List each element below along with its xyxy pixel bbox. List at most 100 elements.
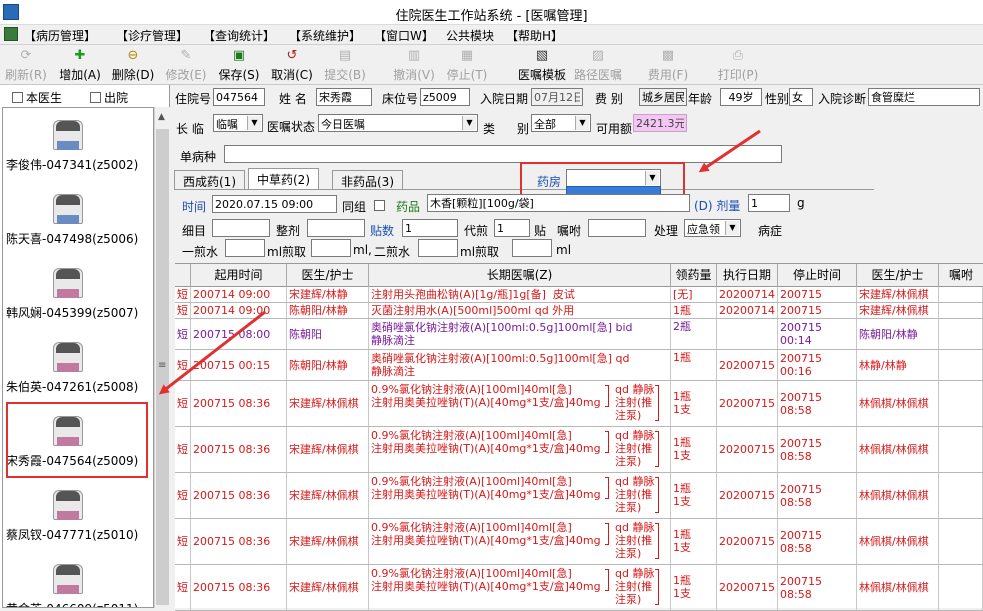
delete-button[interactable]: ⊖ 删除(D) <box>110 48 156 82</box>
table-row[interactable]: 短 200715 08:00 陈朝阳 奥硝唑氯化钠注射液(A)[100ml:0.5g]… <box>175 319 983 350</box>
second-water-field[interactable] <box>418 239 458 257</box>
sex-field[interactable] <box>789 88 813 106</box>
second-yield-field[interactable] <box>512 239 552 257</box>
age-field[interactable] <box>720 88 762 106</box>
chevron-down-icon[interactable]: ▼ <box>462 116 476 130</box>
table-row[interactable]: 短 200715 08:36 宋建辉/林佩棋 0.9%氯化钠注射液(A)[100ml]… <box>175 427 983 473</box>
row-quantity: 1瓶 <box>671 350 717 380</box>
edit-button[interactable]: ✎ 修改(E) <box>163 48 209 82</box>
template-icon: ▧ <box>535 48 549 63</box>
discharged-checkbox[interactable] <box>90 92 101 103</box>
table-row[interactable]: 短 200715 08:36 宋建辉/林佩棋 0.9%氯化钠注射液(A)[100ml]… <box>175 519 983 565</box>
group-checkbox[interactable] <box>374 200 385 211</box>
patient-item[interactable]: 李俊伟-047341(z5002) <box>3 116 153 190</box>
table-row[interactable]: 短 200715 08:36 宋建辉/林佩棋 0.9%氯化钠注射液(A)[100ml]… <box>175 381 983 427</box>
handle-select[interactable]: 应急领 ▼ <box>684 219 741 237</box>
column-header[interactable]: 停止时间 <box>778 264 857 288</box>
scroll-up-icon[interactable]: ▲ <box>158 112 165 122</box>
stop-button[interactable]: ▦ 停止(T) <box>444 48 490 82</box>
table-row[interactable]: 短 200715 00:15 陈朝阳/林静 奥硝唑氯化钠注射液(A)[100ml:0.… <box>175 350 983 381</box>
kind-select[interactable]: 全部 ▼ <box>531 114 591 132</box>
patient-list-scrollbar[interactable]: ▲ ≡ <box>154 107 170 608</box>
row-instruction <box>939 427 983 472</box>
packs-field[interactable] <box>402 219 458 237</box>
order-status-select[interactable]: 今日医嘱 ▼ <box>318 114 478 132</box>
route-order-button[interactable]: ▨ 路径医嘱 <box>572 48 624 82</box>
table-row[interactable]: 短 200714 09:00 陈朝阳/林静 灭菌注射用水(A)[500ml]500ml… <box>175 303 983 319</box>
route-text-line: 注泵) <box>615 501 642 514</box>
route-text-line: 注泵) <box>615 593 642 606</box>
submit-button[interactable]: ▤ 提交(B) <box>322 48 368 82</box>
fee-button[interactable]: ▩ 费用(F) <box>645 48 691 82</box>
whole-field[interactable] <box>307 219 365 237</box>
patient-item[interactable]: 黄金芳-046609(z5011) <box>3 560 153 607</box>
chevron-down-icon[interactable]: ▼ <box>575 116 589 130</box>
tab-non-drug[interactable]: 非药品(3) <box>332 170 403 189</box>
cancel-button[interactable]: ↺ 取消(C) <box>269 48 315 82</box>
patient-item[interactable]: 韩风娴-045399(z5007) <box>3 264 153 338</box>
dose-field[interactable] <box>748 194 790 212</box>
menu-help[interactable]: 【帮助H】 <box>506 27 563 44</box>
first-yield-field[interactable] <box>311 239 351 257</box>
disease-field[interactable] <box>224 145 782 163</box>
inpatient-no-field[interactable] <box>213 88 265 106</box>
menu-public[interactable]: 公共模块 <box>446 27 494 44</box>
fee-type-label: 费 别 <box>595 92 623 106</box>
time-field[interactable] <box>212 195 337 213</box>
row-doctor-nurse: 林佩棋/林佩棋 <box>857 519 939 564</box>
quantity-line: 1瓶 <box>673 436 691 449</box>
patient-item[interactable]: 蔡凤钗-047771(z5010) <box>3 486 153 560</box>
name-field[interactable] <box>316 88 372 106</box>
patient-avatar-icon <box>53 564 83 594</box>
instruction-field[interactable] <box>588 219 646 237</box>
drug-field[interactable] <box>427 194 690 212</box>
patient-item[interactable]: 陈天喜-047498(z5006) <box>3 190 153 264</box>
column-header[interactable]: 起用时间 <box>191 264 287 288</box>
order-type-select[interactable]: 临嘱 ▼ <box>213 114 263 132</box>
first-water-field[interactable] <box>225 239 265 257</box>
revoke-icon: ▥ <box>407 48 421 63</box>
order-template-button[interactable]: ▧ 医嘱模板 <box>516 48 568 82</box>
window-title: 住院医生工作站系统 - [医嘱管理] <box>395 9 588 24</box>
refresh-button[interactable]: ⟳ 刷新(R) <box>4 48 48 82</box>
tab-chinese-herb[interactable]: 中草药(2) <box>248 168 319 189</box>
menu-query[interactable]: 【查询统计】 <box>203 27 275 44</box>
revoke-button[interactable]: ▥ 撤消(V) <box>391 48 437 82</box>
my-patients-filter[interactable]: 本医生 <box>12 89 62 106</box>
column-header[interactable]: 领药量 <box>671 264 717 288</box>
print-button[interactable]: ⎙ 打印(P) <box>715 48 761 82</box>
detail-field[interactable] <box>212 219 270 237</box>
group-bracket <box>605 431 609 453</box>
bed-label: 床位号 <box>382 92 419 106</box>
route-text-line: qd 静脉 <box>615 383 655 396</box>
my-patients-checkbox[interactable] <box>12 92 23 103</box>
row-doctor: 陈朝阳/林静 <box>287 350 369 380</box>
menu-window[interactable]: 【窗口W】 <box>374 27 434 44</box>
decoct-field[interactable] <box>494 219 530 237</box>
row-doctor-nurse: 林佩棋/林佩棋 <box>857 427 939 472</box>
column-header[interactable]: 医生/护士 <box>857 264 939 288</box>
patient-item[interactable]: 朱伯英-047261(z5008) <box>3 338 153 412</box>
column-header[interactable]: 医生/护士 <box>287 264 369 288</box>
row-flag: 短 <box>175 381 191 426</box>
menu-medical-record[interactable]: 【病历管理】 <box>24 27 96 44</box>
table-row[interactable]: 短 200715 08:36 宋建辉/林佩棋 0.9%氯化钠注射液(A)[100ml]… <box>175 473 983 519</box>
save-button[interactable]: ▣ 保存(S) <box>216 48 262 82</box>
column-header[interactable]: 嘱咐 <box>939 264 983 288</box>
bed-field[interactable] <box>420 88 470 106</box>
column-header[interactable]: 执行日期 <box>717 264 778 288</box>
tab-western-medicine[interactable]: 西成药(1) <box>174 170 245 189</box>
mdi-icon[interactable] <box>4 27 18 41</box>
chevron-down-icon[interactable]: ▼ <box>247 116 261 130</box>
chevron-down-icon[interactable]: ▼ <box>725 221 739 235</box>
route-text: qd 静脉 注射(推 注泵) <box>615 521 654 560</box>
column-header[interactable]: 长期医嘱(Z) <box>369 264 671 288</box>
menu-system[interactable]: 【系统维护】 <box>289 27 361 44</box>
table-row[interactable]: 短 200715 08:36 宋建辉/林佩棋 0.9%氯化钠注射液(A)[100ml]… <box>175 565 983 611</box>
add-button[interactable]: ✚ 增加(A) <box>57 48 103 82</box>
table-row[interactable]: 短 200714 09:00 宋建辉/林静 注射用头孢曲松钠(A)[1g/瓶]1g[备… <box>175 287 983 303</box>
menu-diagnosis[interactable]: 【诊疗管理】 <box>116 27 188 44</box>
drug-label: 药品 <box>396 200 421 214</box>
discharged-filter[interactable]: 出院 <box>90 89 128 106</box>
diagnosis-field[interactable] <box>868 88 980 106</box>
